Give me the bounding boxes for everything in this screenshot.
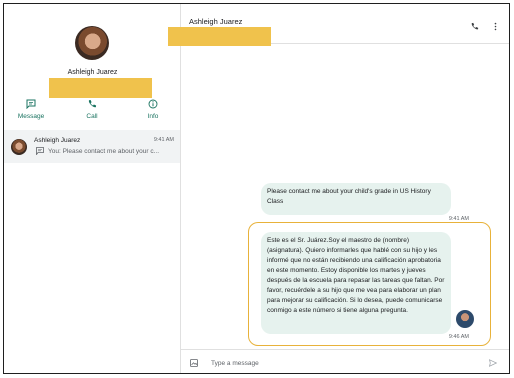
contact-sidebar: Ashleigh Juarez Message Call Info Ashlei…	[4, 4, 181, 373]
conversation-name: Ashleigh Juarez	[34, 137, 81, 144]
contact-name: Ashleigh Juarez	[67, 69, 118, 76]
info-button-label: Info	[147, 113, 159, 120]
info-button[interactable]: Info	[128, 99, 178, 120]
redacted-header-number	[168, 27, 271, 46]
message-input[interactable]	[211, 356, 461, 370]
message-bubble-outgoing: Este es el Sr. Juárez.Soy el maestro de …	[261, 232, 451, 334]
call-button-label: Call	[86, 113, 98, 120]
send-icon[interactable]	[489, 359, 497, 367]
info-icon	[128, 99, 178, 109]
header-contact-name: Ashleigh Juarez	[189, 17, 243, 26]
phone-icon[interactable]	[470, 22, 479, 31]
sender-avatar	[456, 310, 474, 328]
message-composer	[181, 349, 509, 373]
message-icon	[6, 99, 56, 110]
contact-actions: Message Call Info	[4, 99, 181, 129]
chat-bubble-icon	[36, 147, 44, 155]
message-button[interactable]: Message	[6, 99, 56, 120]
message-button-label: Message	[17, 113, 45, 120]
image-attach-icon[interactable]	[190, 359, 198, 367]
more-vert-icon[interactable]	[491, 22, 500, 31]
conversation-pane: Ashleigh Juarez Please contact me about …	[168, 4, 509, 373]
conversation-list-item[interactable]: Ashleigh Juarez 9:41 AM You: Please cont…	[4, 130, 180, 163]
conversation-time: 9:41 AM	[153, 137, 174, 143]
messages-app: Ashleigh Juarez Message Call Info Ashlei…	[3, 3, 510, 374]
call-button[interactable]: Call	[67, 99, 117, 120]
message-timestamp: 9:46 AM	[448, 334, 469, 340]
contact-avatar	[75, 26, 109, 60]
phone-icon	[67, 99, 117, 109]
conversation-avatar	[11, 139, 27, 155]
message-bubble-outgoing: Please contact me about your child's gra…	[261, 183, 451, 215]
conversation-snippet: You: Please contact me about your c...	[48, 148, 160, 155]
redacted-phone-number	[49, 78, 152, 98]
